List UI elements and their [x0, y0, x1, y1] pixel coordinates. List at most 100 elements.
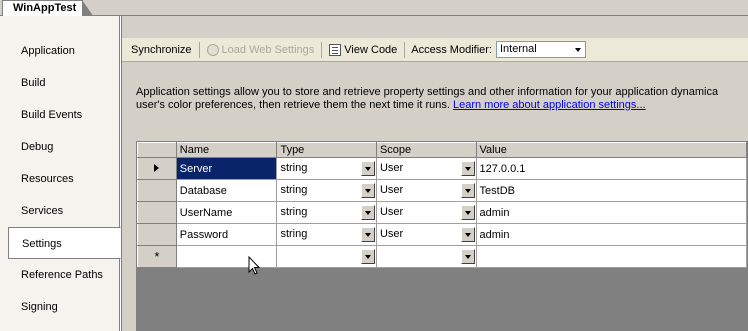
- access-modifier-label: Access Modifier:: [411, 43, 492, 56]
- settings-toolbar: Synchronize Load Web Settings View Code …: [122, 38, 748, 62]
- sidebar-item-label: Reference Paths: [21, 269, 103, 281]
- sidebar-item-label: Resources: [21, 173, 74, 185]
- name-cell[interactable]: Database: [175, 179, 278, 202]
- table-row: Password string User admin: [137, 223, 748, 246]
- setting-value: TestDB: [479, 184, 515, 197]
- setting-value: admin: [479, 206, 510, 219]
- sidebar-item-services[interactable]: Services: [8, 195, 120, 227]
- row-header[interactable]: *: [137, 245, 177, 268]
- scope-cell[interactable]: User: [375, 157, 477, 180]
- settings-grid: Name Type Scope Value Server string User…: [136, 141, 748, 331]
- chevron-down-icon[interactable]: [460, 227, 475, 242]
- chevron-down-icon[interactable]: [360, 227, 375, 242]
- toolbar-separator: [198, 41, 200, 58]
- setting-value: 127.0.0.1: [479, 162, 526, 175]
- description-line-2-text: user's color preferences, then retrieve …: [136, 99, 453, 111]
- name-cell[interactable]: UserName: [175, 201, 278, 224]
- view-code-label: View Code: [344, 43, 398, 56]
- chevron-down-icon[interactable]: [360, 183, 375, 198]
- view-code-button[interactable]: View Code: [326, 40, 400, 60]
- sidebar-item-settings[interactable]: Settings: [8, 227, 121, 259]
- sidebar-item-label: Settings: [22, 238, 62, 250]
- project-properties-sidebar: Application Build Build Events Debug Res…: [0, 16, 121, 331]
- column-header-name[interactable]: Name: [175, 142, 278, 158]
- type-cell[interactable]: string: [276, 179, 377, 202]
- row-header[interactable]: [137, 157, 177, 180]
- setting-scope: User: [379, 206, 404, 218]
- new-row-marker: *: [154, 248, 160, 264]
- column-header-value[interactable]: Value: [475, 142, 748, 158]
- globe-icon: [206, 43, 219, 56]
- value-cell[interactable]: admin: [475, 201, 748, 224]
- setting-type: string: [280, 162, 308, 174]
- sidebar-item-build-events[interactable]: Build Events: [8, 99, 120, 131]
- synchronize-label: Synchronize: [131, 43, 192, 56]
- sidebar-item-build[interactable]: Build: [8, 67, 120, 99]
- chevron-down-icon[interactable]: [360, 205, 375, 220]
- sidebar-item-label: Application: [21, 45, 75, 57]
- access-modifier-select[interactable]: Internal: [496, 41, 586, 58]
- chevron-down-icon[interactable]: [460, 183, 475, 198]
- chevron-down-icon[interactable]: [572, 42, 585, 57]
- settings-description: Application settings allow you to store …: [136, 86, 748, 112]
- column-header-type[interactable]: Type: [276, 142, 377, 158]
- value-cell[interactable]: admin: [475, 223, 748, 246]
- table-row: UserName string User admin: [137, 201, 748, 224]
- chevron-down-icon[interactable]: [360, 161, 375, 176]
- value-cell[interactable]: 127.0.0.1: [475, 157, 748, 180]
- new-type-cell[interactable]: [276, 245, 377, 268]
- scope-cell[interactable]: User: [375, 179, 477, 202]
- value-cell[interactable]: TestDB: [475, 179, 748, 202]
- name-cell[interactable]: Server: [175, 157, 278, 180]
- type-cell[interactable]: string: [276, 157, 377, 180]
- description-line-1: Application settings allow you to store …: [136, 86, 719, 98]
- mouse-pointer-icon: [248, 256, 261, 275]
- setting-scope: User: [379, 184, 404, 196]
- toolbar-separator: [404, 41, 406, 58]
- row-header[interactable]: [137, 201, 177, 224]
- setting-type: string: [280, 184, 308, 196]
- new-value-cell[interactable]: [475, 245, 748, 268]
- current-row-icon: [154, 163, 160, 172]
- row-header[interactable]: [137, 223, 177, 246]
- type-cell[interactable]: string: [276, 223, 377, 246]
- grid-header-row: Name Type Scope Value: [137, 142, 748, 158]
- name-cell[interactable]: Password: [175, 223, 278, 246]
- scope-cell[interactable]: User: [375, 223, 477, 246]
- sidebar-item-label: Build Events: [21, 109, 83, 121]
- sidebar-item-label: Signing: [21, 301, 58, 313]
- setting-name: Password: [179, 228, 229, 241]
- grid-corner-cell[interactable]: [137, 142, 177, 158]
- sidebar-item-resources[interactable]: Resources: [8, 163, 120, 195]
- load-web-settings-button[interactable]: Load Web Settings: [204, 40, 318, 60]
- sidebar-item-reference-paths[interactable]: Reference Paths: [8, 259, 120, 291]
- table-row: Database string User TestDB: [137, 179, 748, 202]
- synchronize-button[interactable]: Synchronize: [128, 40, 195, 60]
- new-row: *: [137, 245, 748, 268]
- sidebar-item-application[interactable]: Application: [8, 35, 120, 67]
- setting-name: Server: [179, 162, 213, 175]
- chevron-down-icon[interactable]: [460, 161, 475, 176]
- access-modifier-value: Internal: [500, 43, 537, 55]
- scope-cell[interactable]: User: [375, 201, 477, 224]
- setting-value: admin: [479, 228, 510, 241]
- row-header[interactable]: [137, 179, 177, 202]
- document-tab-winapptest[interactable]: WinAppTest: [2, 0, 95, 17]
- setting-name: Database: [179, 184, 227, 197]
- setting-scope: User: [379, 162, 404, 174]
- sidebar-item-label: Services: [21, 205, 64, 217]
- new-scope-cell[interactable]: [375, 245, 477, 268]
- chevron-down-icon[interactable]: [460, 249, 475, 264]
- sidebar-item-label: Debug: [21, 141, 54, 153]
- chevron-down-icon[interactable]: [360, 249, 375, 264]
- sidebar-item-debug[interactable]: Debug: [8, 131, 120, 163]
- setting-scope: User: [379, 228, 404, 240]
- type-cell[interactable]: string: [276, 201, 377, 224]
- chevron-down-icon[interactable]: [460, 205, 475, 220]
- toolbar-separator: [321, 41, 323, 58]
- learn-more-link[interactable]: Learn more about application settings...: [453, 99, 646, 111]
- sidebar-item-signing[interactable]: Signing: [8, 291, 120, 323]
- setting-type: string: [280, 206, 308, 218]
- document-tab-title: WinAppTest: [13, 2, 77, 14]
- column-header-scope[interactable]: Scope: [375, 142, 477, 158]
